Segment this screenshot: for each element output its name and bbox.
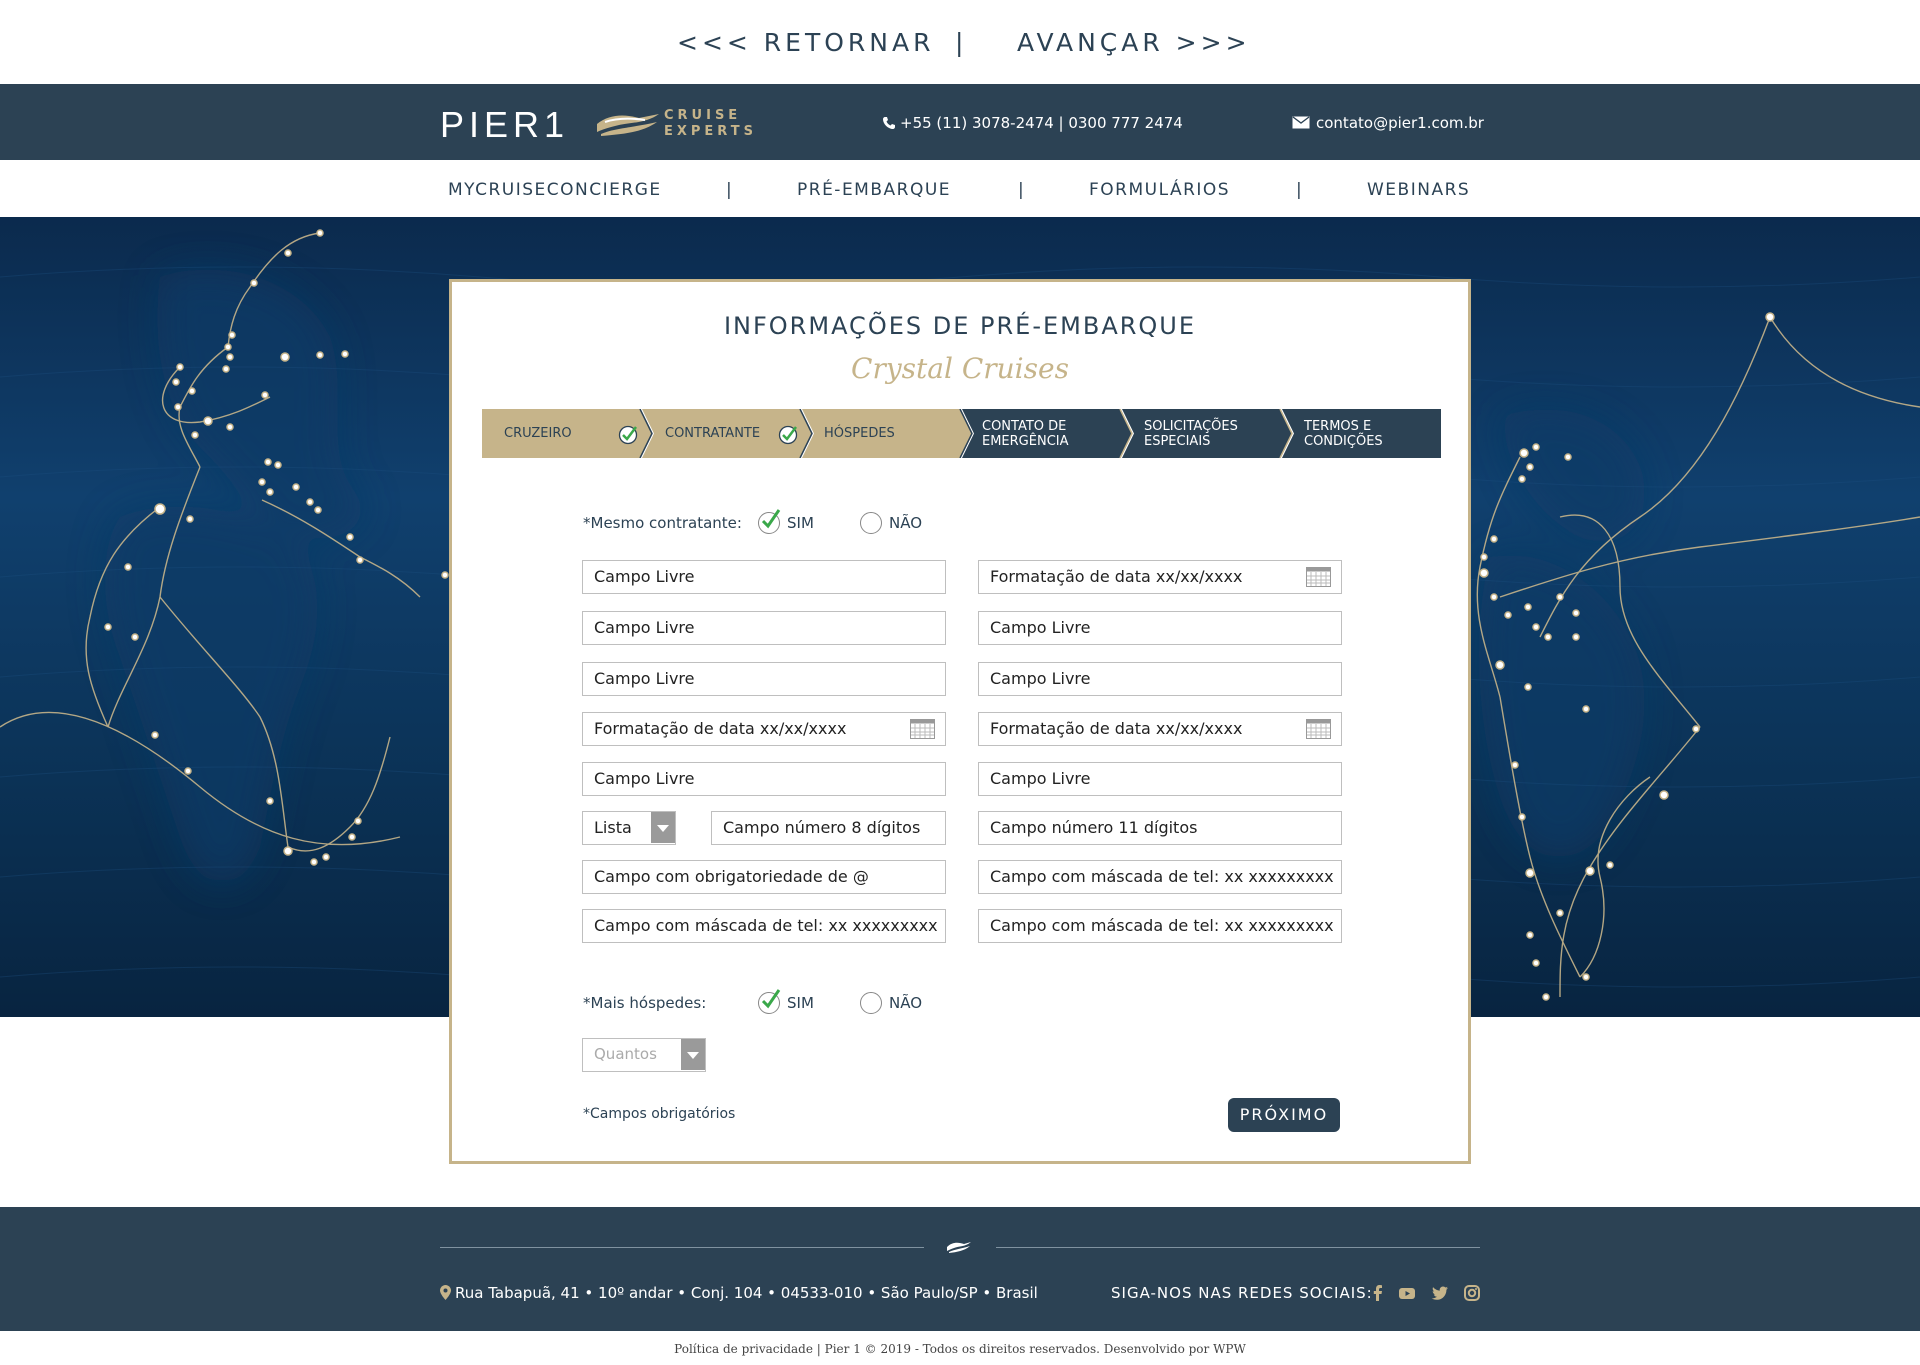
free-field-input[interactable]: Campo Livre — [582, 611, 946, 645]
check-circle-icon — [778, 425, 798, 445]
form-title: INFORMAÇÕES DE PRÉ-EMBARQUE — [723, 312, 1197, 340]
form-subtitle: Crystal Cruises — [851, 352, 1069, 385]
free-field-input[interactable]: Campo Livre — [978, 762, 1342, 796]
site-header: PIER1 CRUISE EXPERTS +55 (11) 3078-2474 … — [0, 84, 1920, 160]
email-address: contato@pier1.com.br — [1316, 114, 1484, 132]
same-contractor-no-radio[interactable] — [860, 512, 882, 534]
phone-mask-input[interactable]: Campo com máscada de tel: xx xxxxxxxxx — [978, 860, 1342, 894]
more-guests-label: *Mais hóspedes: — [583, 994, 707, 1012]
pre-boarding-form-card: INFORMAÇÕES DE PRÉ-EMBARQUE Crystal Crui… — [449, 279, 1471, 1164]
step-termos-condicoes[interactable]: TERMOS E CONDIÇÕES — [1304, 409, 1383, 458]
logo-main-text: PIER1 — [440, 104, 570, 145]
legal-text: Política de privacidade | Pier 1 © 2019 … — [674, 1342, 1246, 1356]
nav-divider: | — [1018, 180, 1026, 200]
list-select[interactable]: Lista — [582, 811, 676, 845]
dropdown-arrow-icon[interactable] — [651, 812, 675, 843]
same-contractor-yes-label: SIM — [787, 514, 814, 532]
forward-link[interactable]: AVANÇAR >>> — [1017, 28, 1251, 57]
free-field-input[interactable]: Campo Livre — [582, 560, 946, 594]
free-field-input[interactable]: Campo Livre — [582, 662, 946, 696]
step-contratante[interactable]: CONTRATANTE — [665, 409, 760, 458]
phone-icon — [883, 117, 895, 129]
calendar-icon[interactable] — [910, 719, 935, 739]
date-field-input[interactable]: Formatação de data xx/xx/xxxx — [978, 712, 1342, 746]
footer-divider — [440, 1247, 924, 1248]
number-8-digits-input[interactable]: Campo número 8 dígitos — [711, 811, 946, 845]
mail-icon — [1292, 116, 1310, 129]
social-label: SIGA-NOS NAS REDES SOCIAIS: — [1111, 1284, 1373, 1302]
more-guests-yes-label: SIM — [787, 994, 814, 1012]
step-hospedes[interactable]: HÓSPEDES — [824, 409, 895, 458]
free-field-input[interactable]: Campo Livre — [978, 611, 1342, 645]
facebook-icon[interactable] — [1369, 1284, 1387, 1302]
step-cruzeiro[interactable]: CRUZEIRO — [504, 409, 572, 458]
more-guests-no-label: NÃO — [889, 994, 923, 1012]
nav-item-pre-embarque[interactable]: PRÉ-EMBARQUE — [797, 180, 951, 200]
phone-mask-input[interactable]: Campo com máscada de tel: xx xxxxxxxxx — [582, 909, 946, 943]
date-field-input[interactable]: Formatação de data xx/xx/xxxx — [582, 712, 946, 746]
email-contact[interactable]: contato@pier1.com.br — [1292, 114, 1484, 132]
check-mark-icon — [761, 509, 781, 529]
nav-item-mycruiseconcierge[interactable]: MYCRUISECONCIERGE — [448, 180, 662, 200]
free-field-input[interactable]: Campo Livre — [978, 662, 1342, 696]
calendar-icon[interactable] — [1306, 567, 1331, 587]
main-navigation: MYCRUISECONCIERGE | PRÉ-EMBARQUE | FORMU… — [0, 160, 1920, 217]
phone-contact[interactable]: +55 (11) 3078-2474 | 0300 777 2474 — [882, 114, 1183, 132]
nav-divider: | — [1296, 180, 1304, 200]
email-required-input[interactable]: Campo com obrigatoriedade de @ — [582, 860, 946, 894]
next-button[interactable]: PRÓXIMO — [1228, 1098, 1340, 1132]
location-pin-icon — [440, 1285, 451, 1300]
calendar-icon[interactable] — [1306, 719, 1331, 739]
instagram-icon[interactable] — [1463, 1284, 1481, 1302]
site-footer: Rua Tabapuã, 41 • 10º andar • Conj. 104 … — [0, 1207, 1920, 1331]
back-link[interactable]: <<< RETORNAR — [677, 28, 934, 57]
step-solicitacoes-especiais[interactable]: SOLICITAÇÕES ESPECIAIS — [1144, 409, 1238, 458]
top-nav-divider: | — [955, 28, 968, 57]
phone-numbers: +55 (11) 3078-2474 | 0300 777 2474 — [900, 114, 1183, 132]
nav-divider: | — [726, 180, 734, 200]
nav-item-formularios[interactable]: FORMULÁRIOS — [1089, 180, 1230, 200]
phone-mask-input[interactable]: Campo com máscada de tel: xx xxxxxxxxx — [978, 909, 1342, 943]
nav-item-webinars[interactable]: WEBINARS — [1367, 180, 1470, 200]
step-contato-emergencia[interactable]: CONTATO DE EMERGÊNCIA — [982, 409, 1069, 458]
check-mark-icon — [761, 989, 781, 1009]
number-11-digits-input[interactable]: Campo número 11 dígitos — [978, 811, 1342, 845]
logo-sub-text: CRUISE EXPERTS — [664, 108, 757, 139]
address: Rua Tabapuã, 41 • 10º andar • Conj. 104 … — [440, 1284, 1038, 1302]
required-fields-note: *Campos obrigatórios — [583, 1106, 736, 1122]
logo-wave-icon — [597, 114, 659, 136]
check-circle-icon — [618, 425, 638, 445]
dropdown-arrow-icon[interactable] — [681, 1039, 705, 1070]
footer-divider — [996, 1247, 1480, 1248]
same-contractor-yes-radio[interactable] — [758, 509, 781, 534]
youtube-icon[interactable] — [1398, 1284, 1416, 1302]
same-contractor-no-label: NÃO — [889, 514, 923, 532]
logo-wave-icon — [947, 1242, 971, 1253]
same-contractor-label: *Mesmo contratante: — [583, 514, 742, 532]
twitter-icon[interactable] — [1431, 1284, 1449, 1302]
progress-steps: CRUZEIRO CONTRATANTE HÓSPEDES CONTATO DE… — [482, 409, 1441, 458]
guest-quantity-select[interactable]: Quantos — [582, 1038, 706, 1072]
top-navigation: <<< RETORNAR | AVANÇAR >>> — [0, 0, 1920, 84]
date-field-input[interactable]: Formatação de data xx/xx/xxxx — [978, 560, 1342, 594]
more-guests-yes-radio[interactable] — [758, 989, 781, 1014]
free-field-input[interactable]: Campo Livre — [582, 762, 946, 796]
more-guests-no-radio[interactable] — [860, 992, 882, 1014]
